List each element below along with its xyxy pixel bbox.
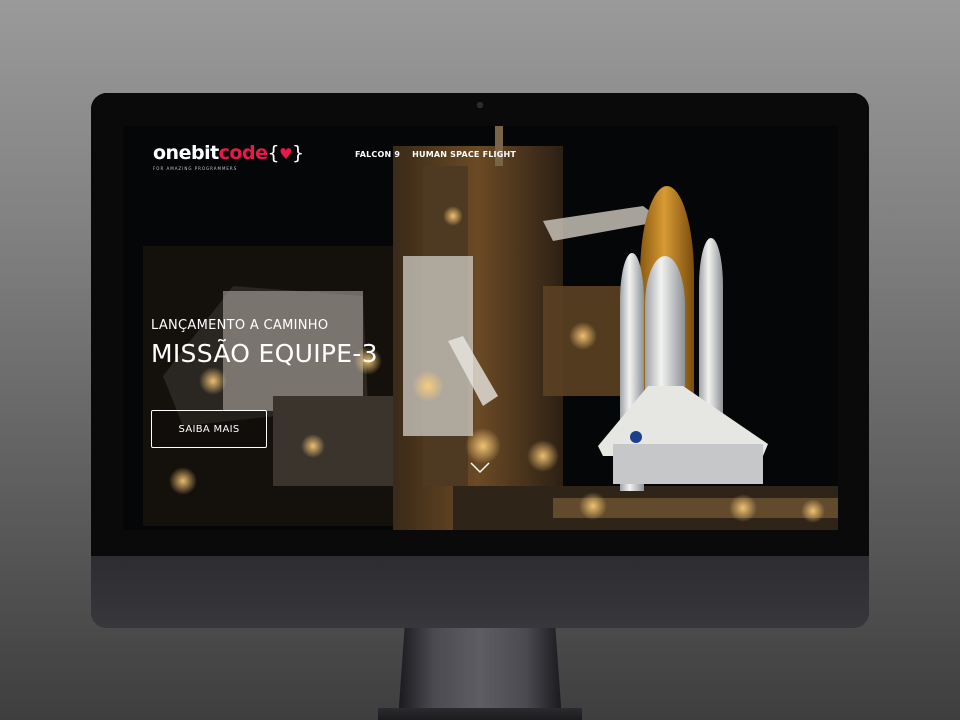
- main-nav: FALCON 9 HUMAN SPACE FLIGHT: [355, 150, 516, 159]
- monitor-stand: [398, 628, 562, 720]
- chevron-down-icon[interactable]: [470, 462, 490, 474]
- onebitcode-logo[interactable]: onebitcode{♥} FOR AMAZING PROGRAMMERS: [153, 142, 304, 171]
- nav-link-falcon-9[interactable]: FALCON 9: [355, 150, 400, 159]
- monitor-stand-foot: [378, 708, 582, 720]
- logo-brace-open: {: [267, 142, 280, 164]
- saiba-mais-button[interactable]: SAIBA MAIS: [151, 410, 267, 448]
- logo-part-two: code: [218, 142, 268, 164]
- heart-icon: ♥: [279, 145, 293, 163]
- site-navbar: onebitcode{♥} FOR AMAZING PROGRAMMERS FA…: [123, 126, 838, 186]
- nav-link-human-space-flight[interactable]: HUMAN SPACE FLIGHT: [412, 150, 516, 159]
- camera-icon: [477, 102, 483, 108]
- website-screen: onebitcode{♥} FOR AMAZING PROGRAMMERS FA…: [123, 126, 838, 530]
- logo-part-one: onebit: [153, 142, 219, 164]
- hero-title: MISSÃO EQUIPE-3: [151, 339, 378, 368]
- logo-brace-close: }: [292, 142, 304, 164]
- monitor-chin: [91, 556, 869, 628]
- logo-tagline: FOR AMAZING PROGRAMMERS: [153, 166, 238, 171]
- logo-wordmark: onebitcode{♥}: [153, 142, 304, 165]
- hero-kicker: LANÇAMENTO A CAMINHO: [151, 318, 329, 333]
